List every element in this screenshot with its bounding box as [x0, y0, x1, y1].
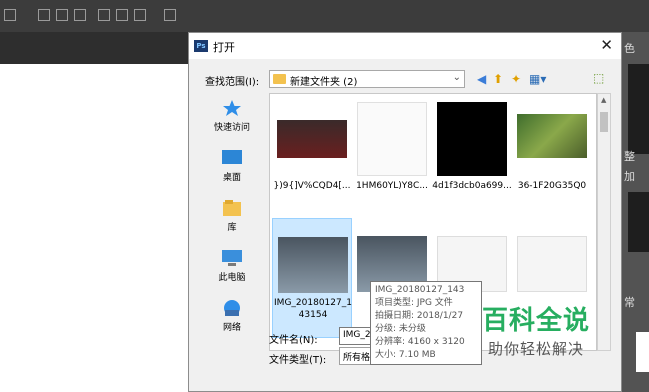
- tooltip-resolution: 分辨率: 4160 x 3120: [375, 337, 465, 347]
- network-icon: [224, 300, 240, 316]
- place-label: 网络: [222, 323, 241, 333]
- place-label: 桌面: [222, 173, 241, 183]
- right-panel: 色 整 加 常: [622, 32, 649, 392]
- align-center-icon[interactable]: [116, 9, 128, 21]
- panel-tab-color[interactable]: 色: [624, 40, 635, 56]
- file-name: IMG_20180127_143154: [274, 298, 352, 320]
- scrollbar-thumb[interactable]: [600, 112, 608, 132]
- file-item[interactable]: 36-1F20G35Q0: [512, 102, 592, 214]
- place-library[interactable]: 库: [197, 199, 267, 233]
- tooltip-filename: IMG_20180127_143: [375, 285, 465, 295]
- library-icon: [223, 200, 241, 216]
- watermark-title: 百科全说: [482, 306, 591, 336]
- file-thumbnail: [278, 237, 348, 293]
- options-strip: [0, 32, 190, 64]
- place-network[interactable]: 网络: [197, 299, 267, 333]
- dialog-title: 打开: [213, 41, 235, 54]
- panel-white-box: [636, 332, 649, 372]
- file-item[interactable]: 4d1f3dcb0a699...: [432, 102, 512, 214]
- align-bottom-icon[interactable]: [74, 9, 86, 21]
- back-icon[interactable]: ◀: [477, 71, 486, 87]
- toolbar: [0, 0, 649, 33]
- file-thumbnail: [277, 120, 347, 158]
- places-bar: 快速访问 桌面 库 此电脑 网络: [197, 93, 267, 383]
- panel-tab-normal[interactable]: 常: [624, 294, 635, 310]
- align-middle-icon[interactable]: [56, 9, 68, 21]
- filename-label: 文件名(N):: [269, 335, 318, 346]
- nav-tools: ◀ ⬆ ✦ ▦▾: [477, 71, 557, 87]
- place-desktop[interactable]: 桌面: [197, 149, 267, 183]
- lookin-dropdown[interactable]: 新建文件夹 (2) ⌄: [269, 70, 465, 88]
- align-left-icon[interactable]: [98, 9, 110, 21]
- file-thumbnail: [517, 236, 587, 292]
- new-folder-icon[interactable]: ✦: [511, 71, 521, 87]
- lookin-label: 查找范围(I):: [205, 77, 260, 88]
- file-name: 1HM60YL)Y8C...: [356, 181, 428, 191]
- tooltip-size: 大小: 7.10 MB: [375, 350, 436, 360]
- file-name: 36-1F20G35Q0: [517, 181, 587, 191]
- photoshop-logo-icon: Ps: [194, 40, 208, 52]
- close-icon[interactable]: ✕: [600, 36, 613, 54]
- file-thumbnail: [517, 114, 587, 158]
- folder-icon: [273, 74, 286, 84]
- file-name: 4d1f3dcb0a699...: [432, 181, 512, 191]
- desktop-icon: [222, 150, 242, 164]
- file-item-selected[interactable]: IMG_20180127_143154: [272, 218, 352, 338]
- distribute-icon[interactable]: [164, 9, 176, 21]
- file-thumbnail: [357, 102, 427, 176]
- file-item[interactable]: })9{]V%CQD4[...: [272, 102, 352, 214]
- filetype-label: 文件类型(T):: [269, 355, 327, 366]
- tooltip-rating: 分级: 未分级: [375, 324, 426, 334]
- chevron-down-icon[interactable]: ⌄: [453, 72, 461, 83]
- align-icon[interactable]: [4, 9, 16, 21]
- place-label: 库: [227, 223, 237, 233]
- file-name: })9{]V%CQD4[...: [273, 181, 351, 191]
- new-folder-right-icon[interactable]: ⬚: [593, 71, 604, 85]
- panel-tab-add[interactable]: 加: [624, 168, 635, 184]
- current-folder: 新建文件夹 (2): [290, 77, 358, 88]
- dialog-titlebar: Ps 打开 ✕: [189, 33, 621, 59]
- file-item[interactable]: 1HM60YL)Y8C...: [352, 102, 432, 214]
- file-thumbnail: [437, 102, 507, 176]
- up-folder-icon[interactable]: ⬆: [493, 71, 503, 87]
- view-menu-icon[interactable]: ▦▾: [529, 71, 546, 87]
- panel-swatch: [628, 64, 649, 154]
- tooltip-type: 项目类型: JPG 文件: [375, 298, 453, 308]
- star-icon: [223, 100, 241, 116]
- watermark-subtitle: 助你轻松解决: [488, 340, 585, 358]
- computer-icon: [222, 250, 242, 266]
- scroll-up-icon[interactable]: ▲: [601, 96, 606, 104]
- tooltip-date: 拍摄日期: 2018/1/27: [375, 311, 464, 321]
- place-quick-access[interactable]: 快速访问: [197, 99, 267, 133]
- panel-tab-adjust[interactable]: 整: [624, 148, 635, 164]
- document-canvas[interactable]: [0, 64, 190, 392]
- panel-block: [628, 192, 649, 252]
- place-label: 此电脑: [218, 273, 246, 283]
- place-this-pc[interactable]: 此电脑: [197, 249, 267, 283]
- align-top-icon[interactable]: [38, 9, 50, 21]
- watermark: 百科全说 助你轻松解决: [466, 298, 616, 368]
- align-right-icon[interactable]: [134, 9, 146, 21]
- place-label: 快速访问: [213, 123, 250, 133]
